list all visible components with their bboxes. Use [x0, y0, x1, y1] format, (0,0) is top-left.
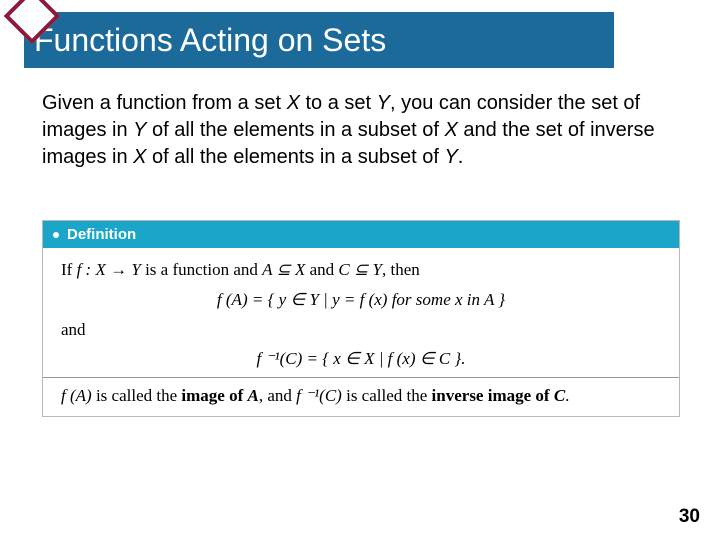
- definition-body: If f : X → Y is a function and A ⊆ X and…: [43, 248, 679, 416]
- slide-title: Functions Acting on Sets: [34, 22, 386, 59]
- text: of all the elements in a subset of: [147, 146, 445, 168]
- var-Y: Y: [133, 119, 146, 141]
- fn-declaration: f : X → Y: [77, 260, 141, 279]
- definition-header-label: Definition: [67, 226, 136, 243]
- var-X: X: [287, 92, 300, 114]
- text: and: [305, 260, 338, 279]
- A-letter: A: [247, 386, 258, 405]
- text: is called the: [92, 386, 182, 405]
- image-of-A-label: image of: [181, 386, 247, 405]
- var-X: X: [444, 119, 457, 141]
- text: .: [458, 146, 464, 168]
- var-Y: Y: [444, 146, 457, 168]
- page-number: 30: [679, 506, 700, 528]
- text: , then: [382, 260, 420, 279]
- and-text: and: [61, 318, 661, 342]
- bullet-icon: [53, 232, 59, 238]
- var-Y: Y: [377, 92, 390, 114]
- text: Given a function from a set: [42, 92, 287, 114]
- equation-inverse-image: f ⁻¹(C) = { x ∈ X | f (x) ∈ C }.: [61, 347, 661, 371]
- definition-box: Definition If f : X → Y is a function an…: [42, 220, 680, 417]
- divider: [43, 377, 679, 378]
- text: of all the elements in a subset of: [147, 119, 445, 141]
- definition-header: Definition: [43, 221, 679, 248]
- fA: f (A): [61, 386, 92, 405]
- C-letter: C: [554, 386, 565, 405]
- subset-C: C ⊆ Y: [338, 260, 382, 279]
- definition-line-1: If f : X → Y is a function and A ⊆ X and…: [61, 258, 661, 282]
- finv-C: f ⁻¹(C): [296, 386, 342, 405]
- var-X: X: [133, 146, 146, 168]
- definition-line-3: f (A) is called the image of A, and f ⁻¹…: [61, 384, 661, 408]
- subset-A: A ⊆ X: [262, 260, 305, 279]
- text: , and: [259, 386, 296, 405]
- text: is called the: [342, 386, 432, 405]
- slide-body-paragraph: Given a function from a set X to a set Y…: [42, 90, 662, 171]
- inverse-image-of-C-label: inverse image of: [432, 386, 554, 405]
- text: is a function and: [141, 260, 262, 279]
- title-bar: Functions Acting on Sets: [24, 12, 614, 68]
- text: If: [61, 260, 77, 279]
- text: to a set: [300, 92, 377, 114]
- text: .: [565, 386, 569, 405]
- equation-image: f (A) = { y ∈ Y | y = f (x) for some x i…: [61, 288, 661, 312]
